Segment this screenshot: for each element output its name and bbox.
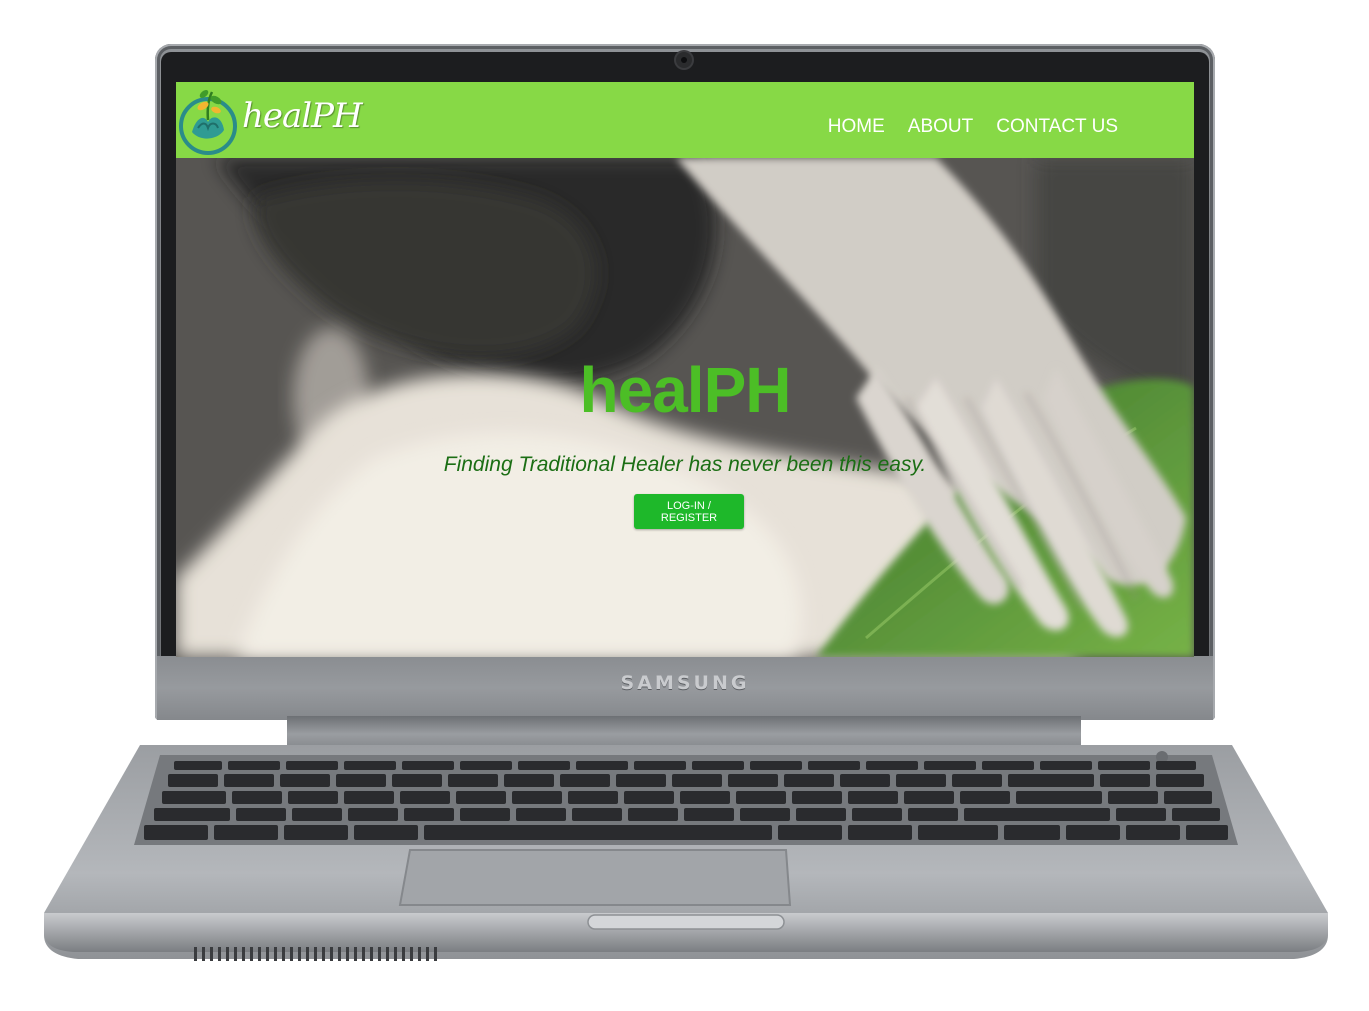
site-logo[interactable]: healPH bbox=[178, 84, 363, 155]
logo-text: healPH bbox=[242, 96, 363, 136]
hero-subtitle: Finding Traditional Healer has never bee… bbox=[443, 453, 927, 476]
nav-home[interactable]: HOME bbox=[828, 116, 885, 138]
nav-about[interactable]: ABOUT bbox=[908, 116, 973, 138]
website-screen: healPH HOME ABOUT CONTACT US healPH Find… bbox=[176, 82, 1194, 657]
laptop-mockup: SAMSUNG healPH HOME ABOUT CONTACT US hea… bbox=[0, 0, 1369, 1011]
navbar: healPH HOME ABOUT CONTACT US bbox=[176, 82, 1194, 158]
login-register-button[interactable]: LOG-IN / REGISTER bbox=[634, 494, 744, 529]
hands-leaf-icon bbox=[179, 90, 237, 155]
brand-logo: SAMSUNG bbox=[620, 672, 750, 694]
webcam-icon bbox=[676, 52, 692, 68]
hero-section: healPH Finding Traditional Healer has ne… bbox=[176, 158, 1194, 657]
hero-title: healPH bbox=[579, 354, 792, 426]
main-nav: HOME ABOUT CONTACT US bbox=[828, 116, 1118, 138]
laptop-base bbox=[44, 745, 1328, 965]
nav-contact-us[interactable]: CONTACT US bbox=[996, 116, 1118, 138]
keyboard-deck bbox=[44, 745, 1328, 961]
